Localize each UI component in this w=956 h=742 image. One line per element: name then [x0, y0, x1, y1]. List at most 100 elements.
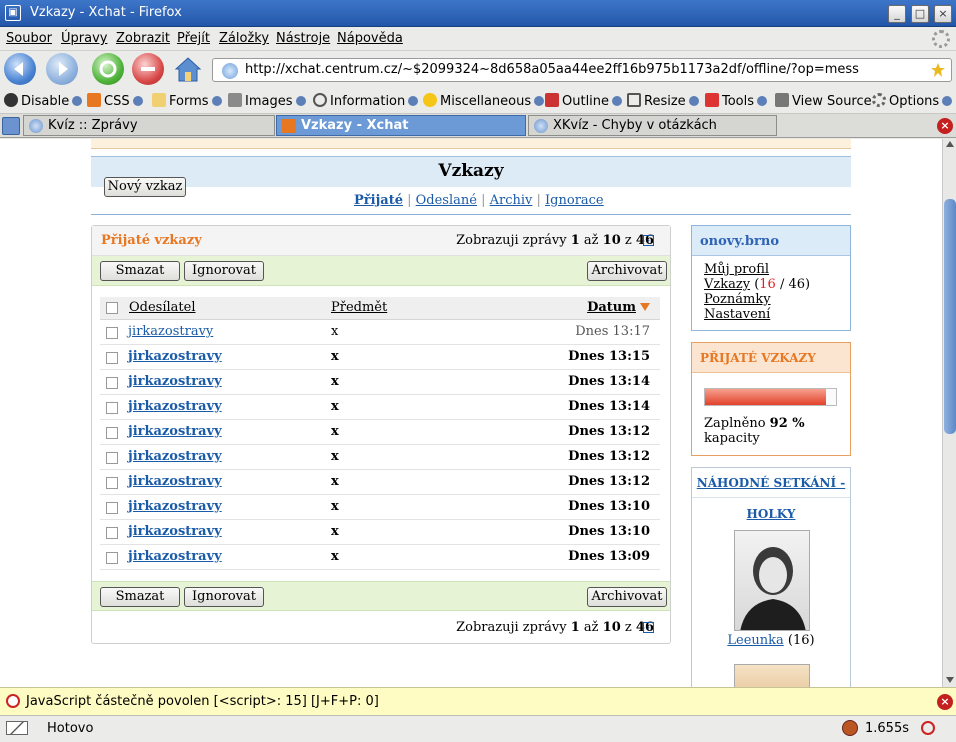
row-checkbox[interactable] [106, 477, 118, 489]
table-row[interactable]: jirkazostravy x Dnes 13:10 [100, 520, 660, 545]
subnav-ignore[interactable]: Ignorace [545, 193, 604, 208]
row-checkbox[interactable] [106, 352, 118, 364]
row-checkbox[interactable] [106, 377, 118, 389]
subject-link[interactable]: x [331, 499, 339, 514]
stop-button[interactable] [132, 53, 164, 85]
tb-disable[interactable]: Disable [4, 93, 83, 109]
scroll-down-icon[interactable] [946, 677, 954, 683]
sender-link[interactable]: jirkazostravy [128, 499, 222, 514]
subject-link[interactable]: x [331, 449, 339, 464]
subject-link[interactable]: x [331, 524, 339, 539]
close-window-icon[interactable]: × [934, 5, 952, 23]
tb-information[interactable]: Information [313, 93, 419, 109]
menu-upravy[interactable]: Úpravy [61, 31, 107, 46]
bookmark-icon[interactable] [930, 62, 946, 78]
table-row[interactable]: jirkazostravy x Dnes 13:12 [100, 470, 660, 495]
column-sender[interactable]: Odesílatel [129, 300, 196, 315]
sender-link[interactable]: jirkazostravy [128, 374, 222, 389]
table-row[interactable]: jirkazostravy x Dnes 13:09 [100, 545, 660, 570]
tb-tools[interactable]: Tools [705, 93, 768, 109]
row-checkbox[interactable] [106, 427, 118, 439]
subject-link[interactable]: x [331, 549, 339, 564]
tb-css[interactable]: CSS [87, 93, 143, 109]
offline-icon[interactable] [6, 721, 28, 735]
messages-link[interactable]: Vzkazy [704, 277, 750, 292]
tab-xkviz-chyby[interactable]: XKvíz - Chyby v otázkách [528, 115, 777, 136]
row-checkbox[interactable] [106, 452, 118, 464]
new-tab-icon[interactable] [2, 117, 20, 135]
sender-link[interactable]: jirkazostravy [128, 349, 222, 364]
next-page-icon[interactable]: › [643, 235, 654, 246]
subnav-archive[interactable]: Archiv [490, 193, 533, 208]
select-all-checkbox[interactable] [106, 302, 118, 314]
sender-link[interactable]: jirkazostravy [128, 449, 222, 464]
settings-link[interactable]: Nastavení [704, 307, 770, 322]
reload-button[interactable] [92, 53, 124, 85]
ignore-button[interactable]: Ignorovat [184, 261, 264, 281]
row-checkbox[interactable] [106, 502, 118, 514]
sort-desc-icon[interactable] [640, 303, 650, 311]
subnav-sent[interactable]: Odeslané [416, 193, 477, 208]
subject-link[interactable]: x [331, 424, 339, 439]
subject-link[interactable]: x [331, 399, 339, 414]
subject-link[interactable]: x [331, 474, 339, 489]
my-profile-link[interactable]: Můj profil [704, 262, 769, 277]
close-bar-icon[interactable]: × [937, 694, 953, 710]
menu-soubor[interactable]: Soubor [6, 31, 52, 46]
sender-link[interactable]: jirkazostravy [128, 399, 222, 414]
firebug-icon[interactable] [842, 720, 858, 736]
close-tab-icon[interactable]: × [937, 118, 953, 134]
sender-link[interactable]: jirkazostravy [128, 549, 222, 564]
tb-images[interactable]: Images [228, 93, 306, 109]
meeting-title-link[interactable]: NÁHODNÉ SETKÁNÍ - [692, 476, 850, 490]
notes-link[interactable]: Poznámky [704, 292, 771, 307]
home-button[interactable] [172, 53, 204, 85]
vertical-scrollbar[interactable] [942, 139, 956, 687]
minimize-icon[interactable]: _ [888, 5, 906, 23]
tb-miscellaneous[interactable]: Miscellaneous [423, 93, 545, 109]
scroll-up-icon[interactable] [946, 141, 954, 147]
user-photo-2[interactable] [734, 664, 810, 687]
subnav-received[interactable]: Přijaté [354, 193, 403, 208]
tb-forms[interactable]: Forms [152, 93, 222, 109]
ignore-button-bottom[interactable]: Ignorovat [184, 587, 264, 607]
delete-button-bottom[interactable]: Smazat [100, 587, 180, 607]
column-subject[interactable]: Předmět [331, 300, 387, 315]
table-row[interactable]: jirkazostravy x Dnes 13:14 [100, 370, 660, 395]
table-row[interactable]: jirkazostravy x Dnes 13:12 [100, 445, 660, 470]
subject-link[interactable]: x [331, 349, 339, 364]
forward-button[interactable] [46, 53, 78, 85]
tb-resize[interactable]: Resize [627, 93, 699, 109]
window-menu-icon[interactable]: ▣ [5, 5, 21, 21]
sender-link[interactable]: jirkazostravy [128, 524, 222, 539]
table-row[interactable]: jirkazostravy x Dnes 13:14 [100, 395, 660, 420]
sender-link[interactable]: jirkazostravy [128, 424, 222, 439]
tab-vzkazy-xchat[interactable]: Vzkazy - Xchat [276, 115, 526, 136]
noscript-icon[interactable] [6, 694, 20, 708]
subject-link[interactable]: x [331, 324, 338, 339]
table-row[interactable]: jirkazostravy x Dnes 13:12 [100, 420, 660, 445]
new-message-button[interactable]: Nový vzkaz [104, 177, 186, 197]
menu-nastroje[interactable]: Nástroje [276, 31, 330, 46]
meeting-user-link[interactable]: Leeunka [727, 633, 783, 648]
menu-napoveda[interactable]: Nápověda [337, 31, 403, 46]
tb-outline[interactable]: Outline [545, 93, 623, 109]
tb-options[interactable]: Options [872, 93, 953, 109]
row-checkbox[interactable] [106, 327, 118, 339]
archive-button[interactable]: Archivovat [587, 261, 667, 281]
user-photo[interactable] [734, 530, 810, 631]
menu-prejit[interactable]: Přejít [177, 31, 210, 46]
sender-link[interactable]: jirkazostravy [128, 474, 222, 489]
scrollbar-thumb[interactable] [944, 199, 956, 434]
delete-button[interactable]: Smazat [100, 261, 180, 281]
noscript-status-icon[interactable] [921, 721, 935, 735]
menu-zalozky[interactable]: Záložky [219, 31, 269, 46]
row-checkbox[interactable] [106, 552, 118, 564]
meeting-title-link-2[interactable]: HOLKY [692, 507, 850, 521]
next-page-icon[interactable]: › [643, 622, 654, 633]
back-button[interactable] [4, 53, 36, 85]
tab-kviz-zpravy[interactable]: Kvíz :: Zprávy [23, 115, 275, 136]
tb-view-source[interactable]: View Source [775, 93, 872, 109]
maximize-icon[interactable]: □ [911, 5, 929, 23]
archive-button-bottom[interactable]: Archivovat [587, 587, 667, 607]
